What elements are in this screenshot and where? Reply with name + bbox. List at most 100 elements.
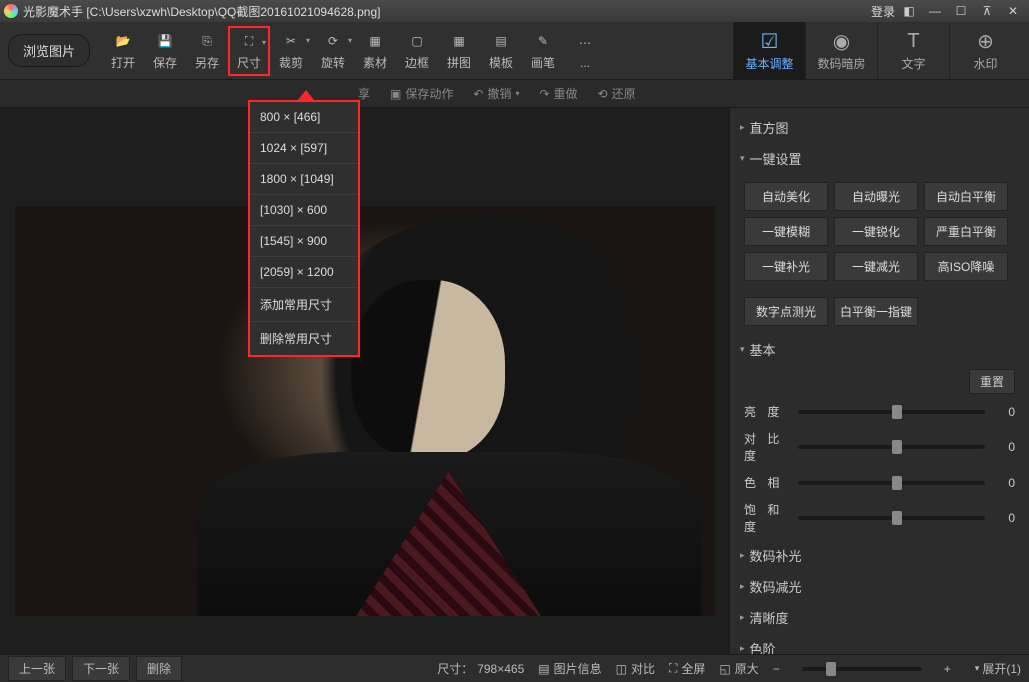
tab-darkroom[interactable]: ◉数码暗房 xyxy=(805,22,877,80)
section-collapsed-2[interactable]: ▸清晰度 xyxy=(730,602,1029,633)
size-option-1[interactable]: 1024 × [597] xyxy=(250,133,358,164)
size-option-4[interactable]: [1545] × 900 xyxy=(250,226,358,257)
slider-track[interactable] xyxy=(798,445,985,449)
toolbar-template-button[interactable]: ▤ 模板 xyxy=(480,26,522,76)
zoom-out-icon[interactable]: − xyxy=(773,662,780,676)
actual-size-button[interactable]: ◱原大 xyxy=(719,660,758,677)
toolbar-label: 画笔 xyxy=(531,54,555,71)
oneclick-btn-4[interactable]: 一键锐化 xyxy=(834,217,918,246)
size-option-2[interactable]: 1800 × [1049] xyxy=(250,164,358,195)
toolbar-label: 素材 xyxy=(363,54,387,71)
redo-button[interactable]: ↷重做 xyxy=(539,85,577,102)
expand-panel-button[interactable]: ▾展开(1) xyxy=(975,660,1021,677)
undo-button[interactable]: ↶撤销▾ xyxy=(473,85,519,102)
toolbar-label: 拼图 xyxy=(447,54,471,71)
slider-thumb[interactable] xyxy=(892,440,902,454)
slider-thumb[interactable] xyxy=(892,511,902,525)
secondary-bar: 享 ▣保存动作 ↶撤销▾ ↷重做 ⟲还原 xyxy=(0,80,1029,108)
toolbar-more-button[interactable]: ⋯... xyxy=(564,26,606,76)
skin-icon[interactable]: ◧ xyxy=(897,3,921,19)
slider-track[interactable] xyxy=(798,516,985,520)
oneclick-btn-1[interactable]: 自动曝光 xyxy=(834,182,918,211)
tab-basic[interactable]: ☑基本调整 xyxy=(733,22,805,80)
image-preview xyxy=(15,206,715,616)
oneclick-btn-0[interactable]: 自动美化 xyxy=(744,182,828,211)
oneclick-btn-8[interactable]: 高ISO降噪 xyxy=(924,252,1008,281)
toolbar-crop-button[interactable]: ✂裁剪 xyxy=(270,26,312,76)
border-icon: ▢ xyxy=(406,30,428,52)
close-button[interactable]: ✕ xyxy=(1001,3,1025,19)
oneclick-btn-6[interactable]: 一键补光 xyxy=(744,252,828,281)
darkroom-icon: ◉ xyxy=(830,29,854,53)
slider-track[interactable] xyxy=(798,481,985,485)
size-icon: ⛶ xyxy=(238,30,260,52)
basic-icon: ☑ xyxy=(758,29,782,53)
oneclick-btn-5[interactable]: 严重白平衡 xyxy=(924,217,1008,246)
size-option-3[interactable]: [1030] × 600 xyxy=(250,195,358,226)
fullscreen-button[interactable]: ⛶全屏 xyxy=(669,660,705,677)
slider-row-1: 对 比 度0 xyxy=(730,425,1029,469)
restore-button[interactable]: ⟲还原 xyxy=(598,85,636,102)
toolbar-label: 模板 xyxy=(489,54,513,71)
toolbar-size-button[interactable]: ⛶尺寸 xyxy=(228,26,270,76)
oneclick-extra-0[interactable]: 数字点测光 xyxy=(744,297,828,326)
compare-button[interactable]: ◫对比 xyxy=(616,660,655,677)
section-collapsed-0[interactable]: ▸数码补光 xyxy=(730,540,1029,571)
section-collapsed-1[interactable]: ▸数码减光 xyxy=(730,571,1029,602)
pin-button[interactable]: ⊼ xyxy=(975,3,999,19)
toolbar-puzzle-button[interactable]: ▦ 拼图 xyxy=(438,26,480,76)
image-info-button[interactable]: ▤图片信息 xyxy=(538,660,601,677)
size-option-6[interactable]: 添加常用尺寸 xyxy=(250,288,358,322)
oneclick-extra-1[interactable]: 白平衡一指键 xyxy=(834,297,918,326)
size-option-5[interactable]: [2059] × 1200 xyxy=(250,257,358,288)
toolbar-material-button[interactable]: ▦素材 xyxy=(354,26,396,76)
oneclick-btn-2[interactable]: 自动白平衡 xyxy=(924,182,1008,211)
login-link[interactable]: 登录 xyxy=(871,3,895,20)
save-action-button[interactable]: ▣保存动作 xyxy=(390,85,453,102)
tab-watermark[interactable]: ⊕水印 xyxy=(949,22,1021,80)
section-basic[interactable]: ▾基本 xyxy=(730,334,1029,365)
delete-image-button[interactable]: 删除 xyxy=(136,656,182,681)
toolbar-save-button[interactable]: 💾保存 xyxy=(144,26,186,76)
watermark-icon: ⊕ xyxy=(974,29,998,53)
toolbar-label: ... xyxy=(580,56,590,70)
zoom-in-icon[interactable]: + xyxy=(944,662,951,676)
tab-text[interactable]: T文字 xyxy=(877,22,949,80)
browse-images-button[interactable]: 浏览图片 xyxy=(8,34,90,67)
slider-thumb[interactable] xyxy=(892,405,902,419)
prev-image-button[interactable]: 上一张 xyxy=(8,656,66,681)
template-icon: ▤ xyxy=(490,30,512,52)
toolbar-brush-button[interactable]: ✎画笔 xyxy=(522,26,564,76)
slider-track[interactable] xyxy=(798,410,985,414)
toolbar-rotate-button[interactable]: ⟳旋转 xyxy=(312,26,354,76)
toolbar-label: 保存 xyxy=(153,54,177,71)
slider-thumb[interactable] xyxy=(892,476,902,490)
image-size-label: 尺寸：798×465 xyxy=(437,660,524,677)
text-icon: T xyxy=(902,29,926,53)
size-option-7[interactable]: 删除常用尺寸 xyxy=(250,322,358,355)
toolbar-border-button[interactable]: ▢ 边框 xyxy=(396,26,438,76)
toolbar-label: 裁剪 xyxy=(279,54,303,71)
main-toolbar: 浏览图片 📂打开💾保存⎘另存⛶尺寸✂裁剪⟳旋转▦素材 ▢ 边框 ▦ 拼图 ▤ 模板 ✎画笔⋯.… xyxy=(0,22,1029,80)
reset-button[interactable]: 重置 xyxy=(969,369,1015,394)
puzzle-icon: ▦ xyxy=(448,30,470,52)
oneclick-btn-3[interactable]: 一键模糊 xyxy=(744,217,828,246)
slider-label: 亮 度 xyxy=(744,403,798,420)
canvas-area[interactable] xyxy=(0,108,729,654)
zoom-slider[interactable] xyxy=(802,667,922,671)
toolbar-label: 旋转 xyxy=(321,54,345,71)
section-oneclick[interactable]: ▾一键设置 xyxy=(730,143,1029,174)
size-option-0[interactable]: 800 × [466] xyxy=(250,102,358,133)
status-bar: 上一张 下一张 删除 尺寸：798×465 ▤图片信息 ◫对比 ⛶全屏 ◱原大 … xyxy=(0,654,1029,682)
oneclick-btn-7[interactable]: 一键减光 xyxy=(834,252,918,281)
toolbar-open-button[interactable]: 📂打开 xyxy=(102,26,144,76)
section-histogram[interactable]: ▸直方图 xyxy=(730,112,1029,143)
toolbar-saveas-button[interactable]: ⎘另存 xyxy=(186,26,228,76)
toolbar-label: 边框 xyxy=(405,54,429,71)
slider-label: 色 相 xyxy=(744,474,798,491)
minimize-button[interactable]: — xyxy=(923,3,947,19)
next-image-button[interactable]: 下一张 xyxy=(72,656,130,681)
window-title: 光影魔术手 [C:\Users\xzwh\Desktop\QQ截图2016102… xyxy=(23,3,871,20)
section-collapsed-3[interactable]: ▸色阶 xyxy=(730,633,1029,654)
maximize-button[interactable]: ☐ xyxy=(949,3,973,19)
